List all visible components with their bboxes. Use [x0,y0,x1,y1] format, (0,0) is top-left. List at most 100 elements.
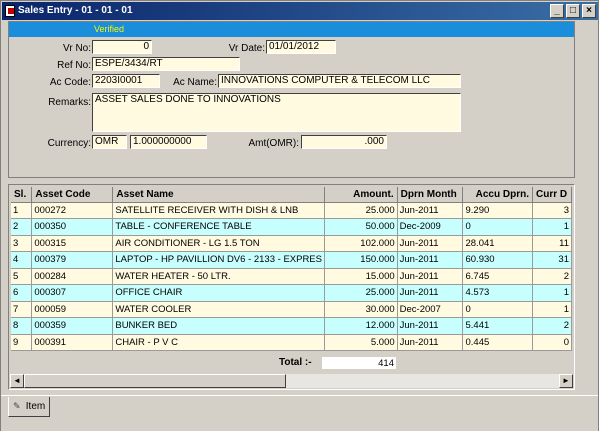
scrollbar-thumb[interactable] [24,374,286,388]
table-row[interactable]: 6 000307 OFFICE CHAIR 25.000 Jun-2011 4.… [11,284,572,302]
tab-item[interactable]: ✎ Item [8,397,50,417]
cell-curr-dprn[interactable]: 0 [532,334,572,351]
horizontal-scrollbar[interactable]: ◄ ► [10,374,573,388]
cell-accu-dprn[interactable]: 0.445 [462,334,533,351]
cell-amount[interactable]: 102.000 [324,235,398,252]
vr-no-field[interactable]: 0 [92,40,152,54]
cell-curr-dprn[interactable]: 2 [532,268,572,285]
cell-asset-name[interactable]: OFFICE CHAIR [112,284,325,302]
cell-amount[interactable]: 5.000 [324,334,398,351]
cell-amount[interactable]: 150.000 [324,251,398,269]
table-row[interactable]: 5 000284 WATER HEATER - 50 LTR. 15.000 J… [11,268,572,285]
tab-item-label: Item [25,401,46,412]
cell-sl[interactable]: 8 [11,317,33,335]
cell-asset-name[interactable]: AIR CONDITIONER - LG 1.5 TON [112,235,325,252]
cell-asset-name[interactable]: TABLE - CONFERENCE TABLE [112,218,325,236]
cell-accu-dprn[interactable]: 0 [462,218,533,236]
vr-date-field[interactable]: 01/01/2012 [266,40,336,54]
currency-field[interactable]: OMR [92,135,127,149]
cell-asset-name[interactable]: LAPTOP - HP PAVILLION DV6 - 2133 - EXPRE… [112,251,325,269]
table-row[interactable]: 4 000379 LAPTOP - HP PAVILLION DV6 - 213… [11,251,572,269]
cell-accu-dprn[interactable]: 0 [462,301,533,318]
cell-curr-dprn[interactable]: 1 [532,284,572,302]
cell-dprn-month[interactable]: Jun-2011 [397,317,464,335]
cell-sl[interactable]: 4 [11,251,33,269]
cell-curr-dprn[interactable]: 3 [532,202,572,219]
column-header-asset-code[interactable]: Asset Code [31,187,114,203]
minimize-button[interactable]: _ [550,4,564,18]
cell-asset-code[interactable]: 000379 [31,251,114,269]
scroll-right-icon[interactable]: ► [559,374,573,388]
cell-sl[interactable]: 7 [11,301,33,318]
cell-accu-dprn[interactable]: 4.573 [462,284,533,302]
cell-curr-dprn[interactable]: 2 [532,317,572,335]
cell-accu-dprn[interactable]: 60.930 [462,251,533,269]
table-row[interactable]: 3 000315 AIR CONDITIONER - LG 1.5 TON 10… [11,235,572,252]
cell-dprn-month[interactable]: Jun-2011 [397,284,464,302]
cell-curr-dprn[interactable]: 31 [532,251,572,269]
table-row[interactable]: 7 000059 WATER COOLER 30.000 Dec-2007 0 … [11,301,572,318]
cell-amount[interactable]: 50.000 [324,218,398,236]
cell-asset-code[interactable]: 000059 [31,301,114,318]
cell-sl[interactable]: 1 [11,202,33,219]
cell-dprn-month[interactable]: Jun-2011 [397,251,464,269]
cell-dprn-month[interactable]: Jun-2011 [397,202,464,219]
cell-sl[interactable]: 9 [11,334,33,351]
title-bar[interactable]: Sales Entry - 01 - 01 - 01 _ □ × [2,2,598,20]
cell-dprn-month[interactable]: Jun-2011 [397,268,464,285]
table-row[interactable]: 2 000350 TABLE - CONFERENCE TABLE 50.000… [11,218,572,236]
cell-dprn-month[interactable]: Dec-2007 [397,301,464,318]
cell-curr-dprn[interactable]: 1 [532,301,572,318]
verified-status: Verified [94,24,125,34]
cell-dprn-month[interactable]: Jun-2011 [397,334,464,351]
cell-sl[interactable]: 2 [11,218,33,236]
cell-dprn-month[interactable]: Dec-2009 [397,218,464,236]
exchange-rate-field[interactable]: 1.000000000 [130,135,207,149]
cell-sl[interactable]: 6 [11,284,33,302]
cell-asset-name[interactable]: WATER COOLER [112,301,325,318]
cell-curr-dprn[interactable]: 1 [532,218,572,236]
cell-amount[interactable]: 12.000 [324,317,398,335]
column-header-dprn-month[interactable]: Dprn Month [397,187,464,203]
column-header-curr-dprn[interactable]: Curr D [532,187,572,203]
cell-asset-code[interactable]: 000307 [31,284,114,302]
cell-accu-dprn[interactable]: 5.441 [462,317,533,335]
cell-asset-code[interactable]: 000391 [31,334,114,351]
sales-entry-window: Sales Entry - 01 - 01 - 01 _ □ × Verifie… [0,0,599,431]
maximize-button[interactable]: □ [566,4,580,18]
table-row[interactable]: 9 000391 CHAIR - P V C 5.000 Jun-2011 0.… [11,334,572,351]
cell-asset-code[interactable]: 000284 [31,268,114,285]
cell-asset-name[interactable]: WATER HEATER - 50 LTR. [112,268,325,285]
table-row[interactable]: 1 000272 SATELLITE RECEIVER WITH DISH & … [11,202,572,219]
cell-asset-code[interactable]: 000315 [31,235,114,252]
cell-amount[interactable]: 15.000 [324,268,398,285]
scroll-left-icon[interactable]: ◄ [10,374,24,388]
column-header-sl[interactable]: Sl. [11,187,33,203]
cell-sl[interactable]: 5 [11,268,33,285]
cell-asset-name[interactable]: SATELLITE RECEIVER WITH DISH & LNB [112,202,325,219]
table-row[interactable]: 8 000359 BUNKER BED 12.000 Jun-2011 5.44… [11,317,572,335]
remarks-field[interactable]: ASSET SALES DONE TO INNOVATIONS [92,93,461,132]
ref-no-field[interactable]: ESPE/3434/RT [92,57,240,71]
column-header-accu-dprn[interactable]: Accu Dprn. [462,187,533,203]
cell-sl[interactable]: 3 [11,235,33,252]
column-header-amount[interactable]: Amount. [324,187,398,203]
amt-omr-field[interactable]: .000 [301,135,387,149]
column-header-asset-name[interactable]: Asset Name [112,187,325,203]
ac-name-field[interactable]: INNOVATIONS COMPUTER & TELECOM LLC [218,74,461,88]
cell-asset-name[interactable]: CHAIR - P V C [112,334,325,351]
cell-asset-code[interactable]: 000350 [31,218,114,236]
cell-dprn-month[interactable]: Jun-2011 [397,235,464,252]
cell-amount[interactable]: 30.000 [324,301,398,318]
cell-accu-dprn[interactable]: 6.745 [462,268,533,285]
close-button[interactable]: × [582,4,596,18]
cell-asset-code[interactable]: 000359 [31,317,114,335]
cell-amount[interactable]: 25.000 [324,202,398,219]
cell-asset-name[interactable]: BUNKER BED [112,317,325,335]
cell-asset-code[interactable]: 000272 [31,202,114,219]
ac-code-field[interactable]: 2203I0001 [92,74,160,88]
cell-accu-dprn[interactable]: 28.041 [462,235,533,252]
cell-amount[interactable]: 25.000 [324,284,398,302]
cell-accu-dprn[interactable]: 9.290 [462,202,533,219]
cell-curr-dprn[interactable]: 11 [532,235,572,252]
